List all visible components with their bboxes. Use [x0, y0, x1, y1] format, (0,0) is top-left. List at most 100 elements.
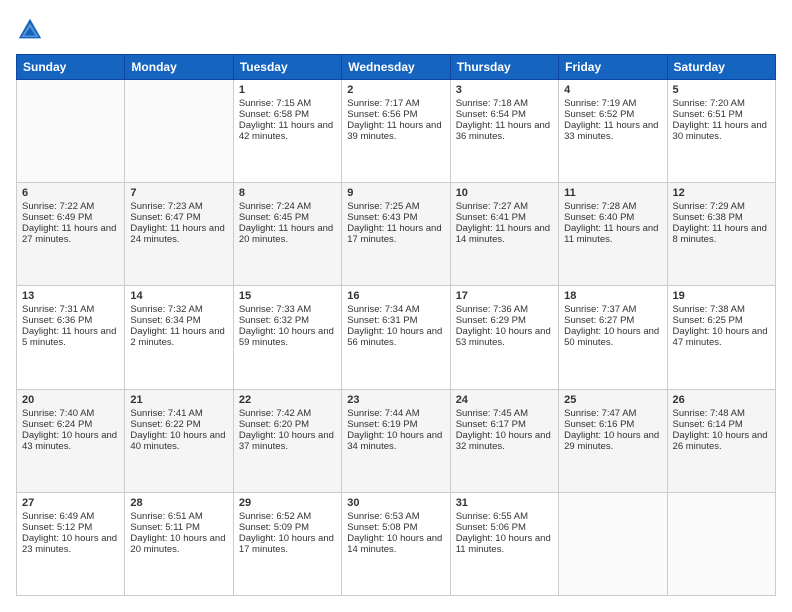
calendar-cell: [17, 80, 125, 183]
day-info: Sunset: 6:52 PM: [564, 109, 661, 120]
day-info: Daylight: 10 hours and 11 minutes.: [456, 533, 553, 555]
col-header-saturday: Saturday: [667, 55, 775, 80]
calendar-table: SundayMondayTuesdayWednesdayThursdayFrid…: [16, 54, 776, 596]
day-info: Sunset: 6:14 PM: [673, 419, 770, 430]
day-info: Sunrise: 7:32 AM: [130, 304, 227, 315]
day-number: 15: [239, 290, 336, 302]
day-number: 12: [673, 187, 770, 199]
day-info: Sunset: 6:41 PM: [456, 212, 553, 223]
day-info: Daylight: 10 hours and 17 minutes.: [239, 533, 336, 555]
day-number: 9: [347, 187, 444, 199]
day-info: Sunrise: 6:53 AM: [347, 511, 444, 522]
calendar-cell: 12Sunrise: 7:29 AMSunset: 6:38 PMDayligh…: [667, 183, 775, 286]
calendar-cell: 10Sunrise: 7:27 AMSunset: 6:41 PMDayligh…: [450, 183, 558, 286]
day-info: Sunset: 6:25 PM: [673, 315, 770, 326]
day-info: Sunset: 6:43 PM: [347, 212, 444, 223]
day-info: Sunrise: 7:22 AM: [22, 201, 119, 212]
day-number: 2: [347, 84, 444, 96]
day-info: Daylight: 11 hours and 8 minutes.: [673, 223, 770, 245]
day-info: Daylight: 11 hours and 30 minutes.: [673, 120, 770, 142]
day-number: 16: [347, 290, 444, 302]
calendar-cell: 19Sunrise: 7:38 AMSunset: 6:25 PMDayligh…: [667, 286, 775, 389]
day-info: Sunset: 6:19 PM: [347, 419, 444, 430]
calendar-cell: 8Sunrise: 7:24 AMSunset: 6:45 PMDaylight…: [233, 183, 341, 286]
day-info: Sunset: 5:11 PM: [130, 522, 227, 533]
day-info: Daylight: 10 hours and 53 minutes.: [456, 326, 553, 348]
col-header-tuesday: Tuesday: [233, 55, 341, 80]
calendar-cell: 30Sunrise: 6:53 AMSunset: 5:08 PMDayligh…: [342, 492, 450, 595]
calendar-cell: 25 Sunrise: 7:47 AMSunset: 6:16 PMDayligh…: [559, 389, 667, 492]
day-info: Sunrise: 7:47 AM: [564, 408, 661, 419]
day-info: Daylight: 10 hours and 59 minutes.: [239, 326, 336, 348]
day-info: Sunset: 6:27 PM: [564, 315, 661, 326]
calendar-cell: 11 Sunrise: 7:28 AMSunset: 6:40 PMDayligh…: [559, 183, 667, 286]
day-info: Sunrise: 7:42 AM: [239, 408, 336, 419]
calendar-cell: [559, 492, 667, 595]
day-number: 28: [130, 497, 227, 509]
day-number: 17: [456, 290, 553, 302]
logo-icon: [16, 16, 44, 44]
day-info: Sunrise: 7:19 AM: [564, 98, 661, 109]
day-info: Sunrise: 7:28 AM: [564, 201, 661, 212]
day-number: 1: [239, 84, 336, 96]
calendar-cell: 2Sunrise: 7:17 AMSunset: 6:56 PMDaylight…: [342, 80, 450, 183]
day-info: Sunrise: 7:18 AM: [456, 98, 553, 109]
day-number: 14: [130, 290, 227, 302]
calendar-week-2: 13Sunrise: 7:31 AMSunset: 6:36 PMDayligh…: [17, 286, 776, 389]
day-info: Sunset: 6:40 PM: [564, 212, 661, 223]
day-number: 23: [347, 394, 444, 406]
day-info: Daylight: 11 hours and 27 minutes.: [22, 223, 119, 245]
day-info: Daylight: 11 hours and 2 minutes.: [130, 326, 227, 348]
calendar-week-0: 1Sunrise: 7:15 AMSunset: 6:58 PMDaylight…: [17, 80, 776, 183]
day-info: Sunrise: 6:52 AM: [239, 511, 336, 522]
calendar-cell: 1Sunrise: 7:15 AMSunset: 6:58 PMDaylight…: [233, 80, 341, 183]
day-number: 8: [239, 187, 336, 199]
day-info: Sunset: 5:06 PM: [456, 522, 553, 533]
col-header-sunday: Sunday: [17, 55, 125, 80]
day-info: Daylight: 10 hours and 20 minutes.: [130, 533, 227, 555]
day-number: 3: [456, 84, 553, 96]
day-info: Daylight: 10 hours and 56 minutes.: [347, 326, 444, 348]
day-info: Sunrise: 7:45 AM: [456, 408, 553, 419]
day-number: 7: [130, 187, 227, 199]
day-info: Daylight: 11 hours and 11 minutes.: [564, 223, 661, 245]
day-number: 11: [564, 187, 661, 199]
day-info: Daylight: 11 hours and 39 minutes.: [347, 120, 444, 142]
day-info: Daylight: 11 hours and 17 minutes.: [347, 223, 444, 245]
calendar-cell: 16Sunrise: 7:34 AMSunset: 6:31 PMDayligh…: [342, 286, 450, 389]
calendar-cell: 20Sunrise: 7:40 AMSunset: 6:24 PMDayligh…: [17, 389, 125, 492]
calendar-cell: 5Sunrise: 7:20 AMSunset: 6:51 PMDaylight…: [667, 80, 775, 183]
day-number: 19: [673, 290, 770, 302]
calendar-week-3: 20Sunrise: 7:40 AMSunset: 6:24 PMDayligh…: [17, 389, 776, 492]
day-info: Sunset: 6:20 PM: [239, 419, 336, 430]
col-header-friday: Friday: [559, 55, 667, 80]
calendar-cell: [667, 492, 775, 595]
calendar-cell: 29Sunrise: 6:52 AMSunset: 5:09 PMDayligh…: [233, 492, 341, 595]
day-number: 25: [564, 394, 661, 406]
day-info: Daylight: 11 hours and 33 minutes.: [564, 120, 661, 142]
calendar-cell: 27Sunrise: 6:49 AMSunset: 5:12 PMDayligh…: [17, 492, 125, 595]
col-header-monday: Monday: [125, 55, 233, 80]
day-info: Sunrise: 7:41 AM: [130, 408, 227, 419]
day-info: Sunset: 6:34 PM: [130, 315, 227, 326]
day-info: Sunset: 5:08 PM: [347, 522, 444, 533]
day-number: 21: [130, 394, 227, 406]
day-info: Daylight: 10 hours and 29 minutes.: [564, 430, 661, 452]
day-info: Sunset: 6:29 PM: [456, 315, 553, 326]
day-number: 18: [564, 290, 661, 302]
day-info: Sunset: 5:09 PM: [239, 522, 336, 533]
day-info: Sunset: 6:22 PM: [130, 419, 227, 430]
day-info: Sunrise: 6:51 AM: [130, 511, 227, 522]
day-info: Sunset: 6:54 PM: [456, 109, 553, 120]
day-number: 6: [22, 187, 119, 199]
day-info: Sunrise: 7:44 AM: [347, 408, 444, 419]
day-info: Daylight: 10 hours and 47 minutes.: [673, 326, 770, 348]
day-number: 22: [239, 394, 336, 406]
day-info: Sunset: 6:16 PM: [564, 419, 661, 430]
header: [16, 16, 776, 44]
calendar-cell: 18Sunrise: 7:37 AMSunset: 6:27 PMDayligh…: [559, 286, 667, 389]
day-info: Sunset: 6:36 PM: [22, 315, 119, 326]
day-info: Sunrise: 7:34 AM: [347, 304, 444, 315]
day-info: Sunrise: 7:24 AM: [239, 201, 336, 212]
day-info: Sunrise: 7:33 AM: [239, 304, 336, 315]
